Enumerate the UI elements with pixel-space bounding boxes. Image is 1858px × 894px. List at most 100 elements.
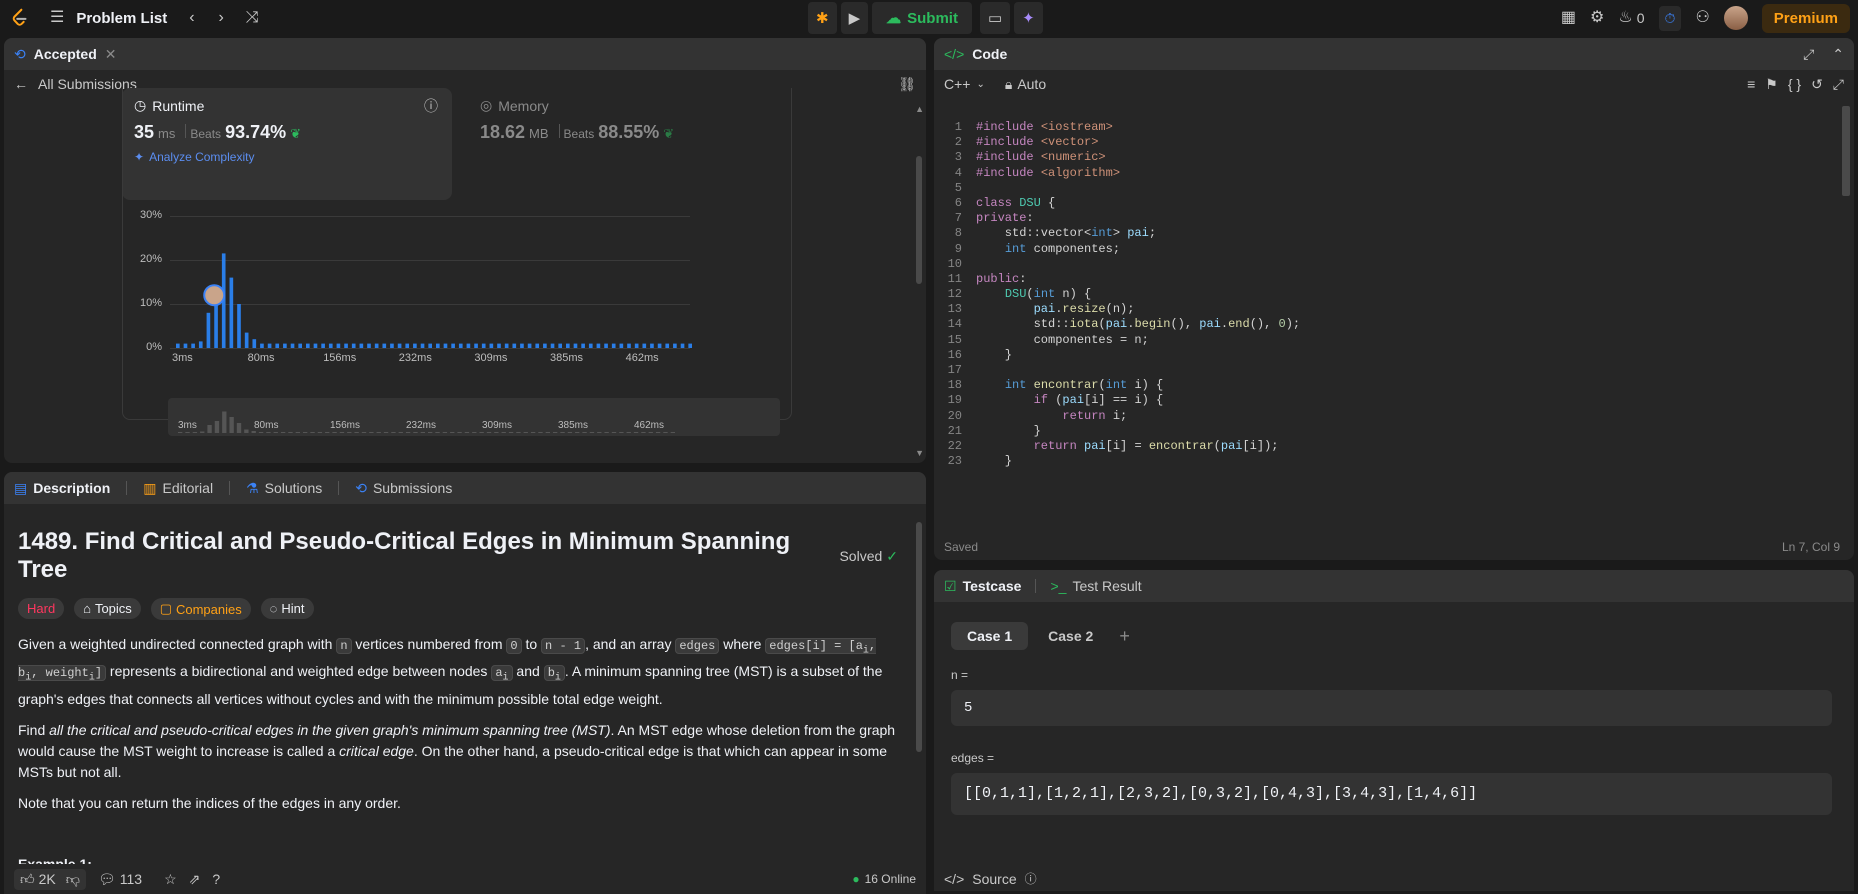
topics-button[interactable]: ⌂ Topics: [74, 598, 141, 619]
chart-bar[interactable]: [535, 343, 540, 348]
code-editor[interactable]: 1 #include <iostream> 2 #include <vector> 3 #…: [934, 114, 1834, 534]
chart-bar[interactable]: [313, 343, 318, 348]
back-arrow-icon[interactable]: ←: [14, 76, 28, 92]
case-1-tab[interactable]: Case 1: [951, 622, 1029, 650]
code-line[interactable]: 11 public:: [934, 272, 1834, 287]
code-line[interactable]: 23 }: [934, 454, 1834, 469]
code-line[interactable]: 1 #include <iostream>: [934, 120, 1834, 135]
chart-bar[interactable]: [611, 343, 616, 348]
chart-bar[interactable]: [191, 343, 195, 348]
collapse-icon[interactable]: ⌃: [1832, 46, 1844, 63]
chart-bar[interactable]: [176, 343, 180, 348]
comments-button[interactable]: 💬︎ 113: [98, 871, 142, 888]
chart-bar[interactable]: [298, 343, 302, 348]
chart-bar[interactable]: [244, 332, 249, 348]
chart-bar[interactable]: [397, 343, 402, 348]
share-icon[interactable]: ⇗: [189, 871, 201, 888]
tab-testcase[interactable]: ☑ Testcase: [944, 578, 1021, 595]
code-line[interactable]: 5: [934, 181, 1834, 196]
source-button[interactable]: </> Source ⓘ: [944, 870, 1037, 887]
share-link-icon[interactable]: ⛓: [898, 76, 916, 93]
chart-bar[interactable]: [466, 343, 471, 348]
chart-bar[interactable]: [474, 343, 478, 348]
chart-bar[interactable]: [573, 343, 578, 348]
chart-bar[interactable]: [458, 343, 463, 348]
code-line[interactable]: 10: [934, 257, 1834, 272]
chart-bar[interactable]: [267, 343, 272, 348]
chart-overview-scroller[interactable]: 3ms 80ms 156ms 232ms 309ms 385ms 462ms: [168, 398, 780, 436]
chart-bar[interactable]: [328, 343, 333, 348]
chart-bar[interactable]: [374, 343, 379, 348]
scroll-up-icon[interactable]: ▲: [915, 104, 924, 114]
run-button[interactable]: ▶: [840, 2, 869, 34]
chart-bar[interactable]: [420, 343, 425, 348]
chart-bar[interactable]: [627, 343, 631, 348]
accepted-tab[interactable]: Accepted: [34, 46, 97, 62]
chart-bar[interactable]: [367, 343, 371, 348]
code-line[interactable]: 6 class DSU {: [934, 196, 1834, 211]
leetcode-logo[interactable]: [8, 6, 32, 30]
scroll-down-icon[interactable]: ▼: [915, 448, 924, 458]
add-friend-icon[interactable]: ⚇: [1695, 10, 1709, 26]
code-line[interactable]: 21 }: [934, 424, 1834, 439]
chart-bar[interactable]: [359, 343, 364, 348]
case-2-tab[interactable]: Case 2: [1032, 622, 1109, 650]
premium-button[interactable]: Premium: [1761, 3, 1850, 33]
code-line[interactable]: 19 if (pai[i] == i) {: [934, 393, 1834, 408]
timer-button[interactable]: ⏱: [1658, 5, 1682, 31]
description-scrollbar[interactable]: [916, 522, 922, 752]
chart-bar[interactable]: [596, 343, 601, 348]
code-line[interactable]: 16 }: [934, 348, 1834, 363]
chart-bar[interactable]: [382, 343, 387, 348]
chart-bar[interactable]: [520, 343, 524, 348]
chart-bar[interactable]: [306, 343, 310, 348]
code-line[interactable]: 7 private:: [934, 211, 1834, 226]
submission-scrollbar[interactable]: [916, 156, 922, 284]
expand-icon[interactable]: ⤢: [1833, 76, 1844, 93]
chart-bar[interactable]: [680, 343, 685, 348]
chart-bar[interactable]: [283, 343, 287, 348]
chart-bar[interactable]: [497, 343, 501, 348]
edges-input[interactable]: [[0,1,1],[1,2,1],[2,3,2],[0,3,2],[0,4,3]…: [951, 773, 1832, 815]
runtime-distribution-chart[interactable]: 30% 20% 10% 0% 3ms 80ms 156ms 232ms 309ms 385ms 4…: [134, 208, 774, 364]
chart-bar[interactable]: [344, 343, 348, 348]
chart-bar[interactable]: [550, 343, 555, 348]
chart-bar[interactable]: [481, 343, 486, 348]
debug-button[interactable]: ✱: [808, 2, 837, 34]
braces-icon[interactable]: { }: [1788, 76, 1801, 92]
chart-bar[interactable]: [512, 343, 517, 348]
code-line[interactable]: 20 return i;: [934, 409, 1834, 424]
code-line[interactable]: 14 std::iota(pai.begin(), pai.end(), 0);: [934, 317, 1834, 332]
chart-bar[interactable]: [657, 343, 662, 348]
code-line[interactable]: 22 return pai[i] = encontrar(pai[i]);: [934, 439, 1834, 454]
code-line[interactable]: 8 std::vector<int> pai;: [934, 226, 1834, 241]
language-select[interactable]: C++ ⌄: [944, 76, 985, 92]
chart-bar[interactable]: [252, 339, 257, 348]
chart-bar[interactable]: [237, 304, 241, 348]
ai-button[interactable]: ✦: [1014, 2, 1043, 34]
layout-icon[interactable]: ▦: [1561, 10, 1576, 26]
next-problem-icon[interactable]: ›: [219, 10, 224, 26]
tab-description[interactable]: ▤ Description: [14, 480, 110, 497]
fullscreen-icon[interactable]: ⤢: [1803, 46, 1814, 63]
chart-bar[interactable]: [275, 343, 280, 348]
notes-button[interactable]: ▭: [979, 2, 1011, 34]
hint-button[interactable]: ◌ Hint: [260, 598, 314, 619]
n-input[interactable]: 5: [951, 690, 1832, 726]
help-icon[interactable]: ?: [212, 871, 220, 887]
chart-bar[interactable]: [581, 343, 585, 348]
thumbs-down-icon[interactable]: 👎︎: [66, 871, 80, 888]
chart-bar[interactable]: [650, 343, 654, 348]
code-line[interactable]: 15 componentes = n;: [934, 333, 1834, 348]
previous-problem-icon[interactable]: ‹: [189, 10, 194, 26]
code-line[interactable]: 2 #include <vector>: [934, 135, 1834, 150]
reset-icon[interactable]: ↺: [1811, 76, 1823, 93]
chart-bar[interactable]: [390, 343, 394, 348]
chart-bar[interactable]: [321, 343, 325, 348]
code-line[interactable]: 17: [934, 363, 1834, 378]
chart-bar[interactable]: [588, 343, 593, 348]
chart-bar[interactable]: [206, 312, 211, 348]
companies-button[interactable]: ▢ Companies: [150, 598, 251, 620]
tab-editorial[interactable]: ▥ Editorial: [143, 480, 213, 497]
chart-bar[interactable]: [260, 343, 264, 348]
